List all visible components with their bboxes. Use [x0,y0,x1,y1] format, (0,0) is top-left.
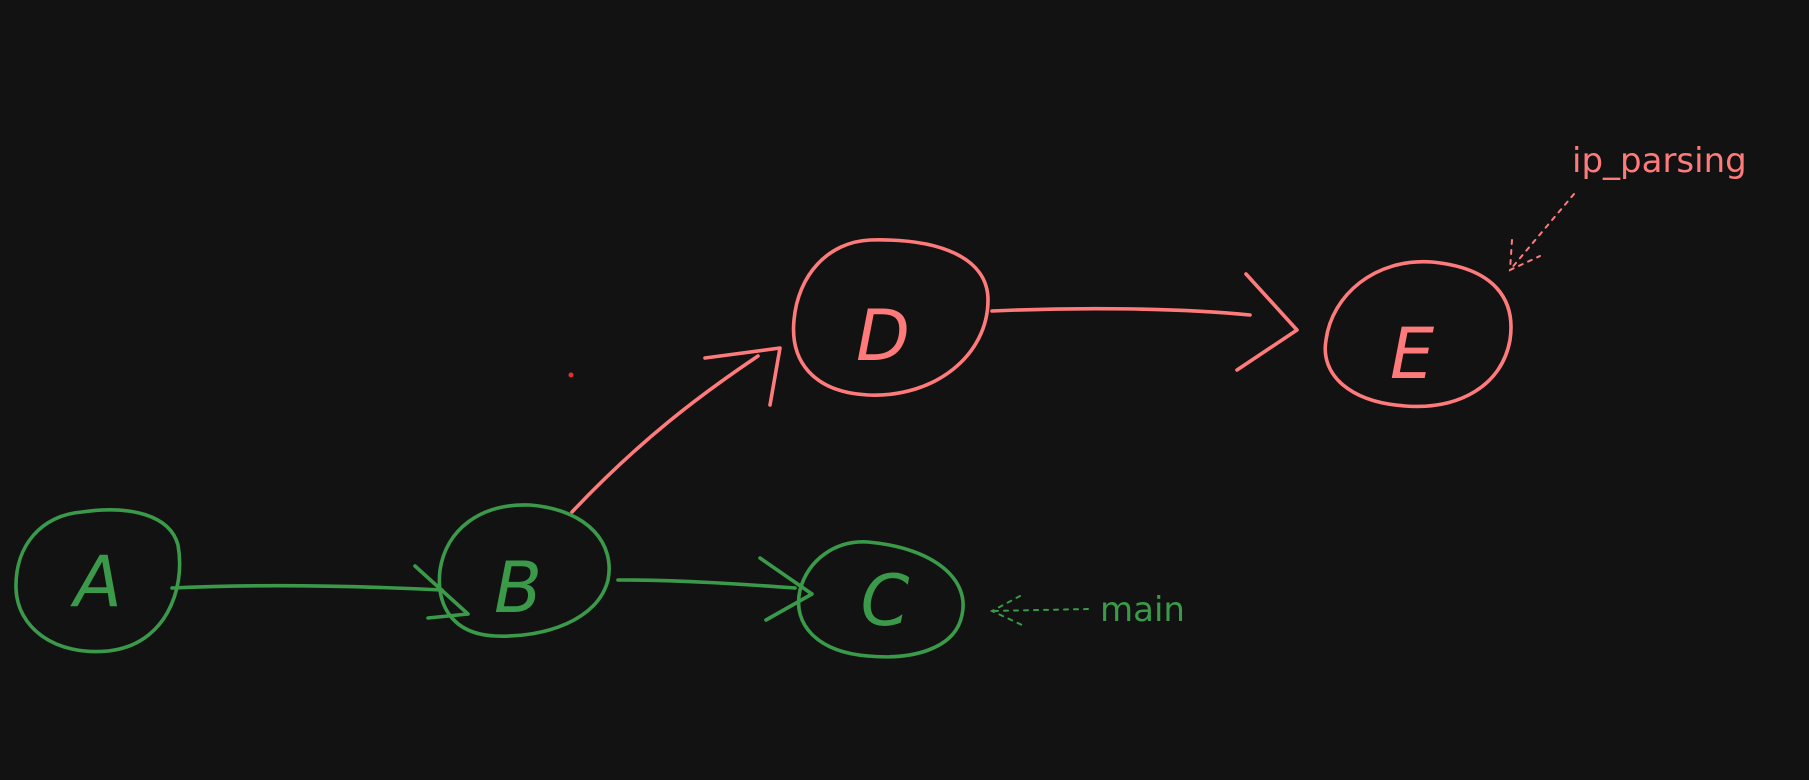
branch-tag-ip-parsing: ip_parsing [1508,141,1747,272]
node-label: C [861,560,910,642]
edge-d-e [990,272,1299,372]
node-b: B [437,503,611,638]
branch-label-ip-parsing: ip_parsing [1572,141,1747,181]
node-d: D [791,238,990,397]
branch-diagram: A B C D E main ip_parsing [14,141,1747,659]
stray-dot [568,372,574,378]
node-label: B [494,547,542,629]
node-c: C [796,540,965,659]
node-label: D [856,295,910,377]
node-label: E [1390,313,1435,395]
edge-b-c [616,556,814,622]
node-e: E [1323,259,1513,409]
branch-tag-main: main [989,590,1185,630]
node-a: A [14,508,182,654]
edge-a-b [170,564,470,620]
edge-b-d [570,346,782,514]
node-label: A [70,541,122,623]
branch-label-main: main [1100,590,1185,630]
